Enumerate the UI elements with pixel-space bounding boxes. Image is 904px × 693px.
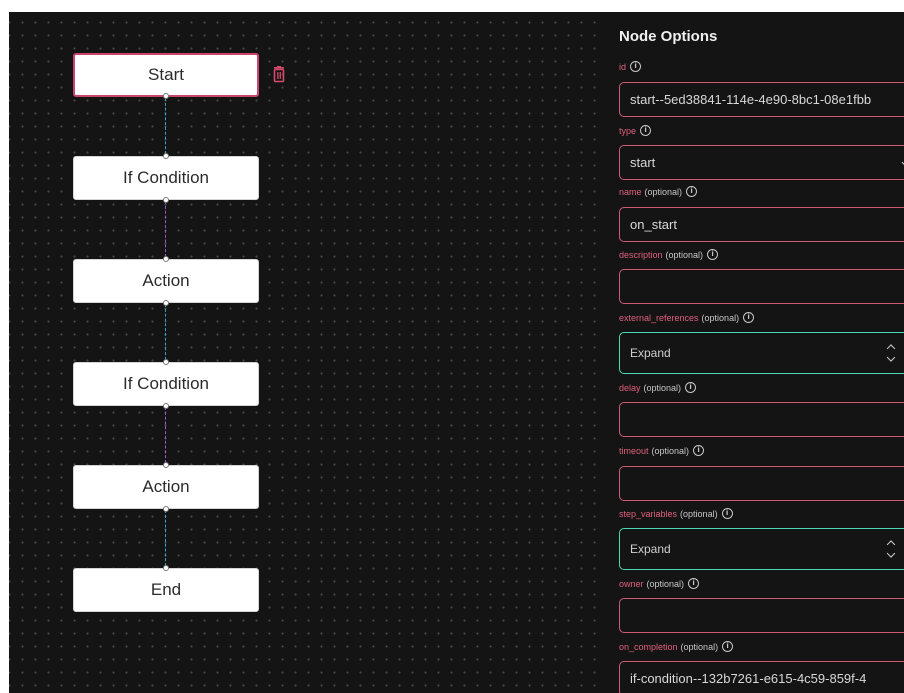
node-handle-bottom[interactable] (163, 300, 169, 306)
info-icon[interactable]: i (743, 312, 755, 323)
info-icon[interactable]: i (722, 641, 734, 652)
expand-label: Expand (630, 542, 671, 556)
timeout-field[interactable] (619, 466, 904, 501)
field-label-owner: owner (optional) i (619, 578, 700, 589)
delay-field[interactable] (619, 402, 904, 437)
node-label: Action (142, 477, 190, 496)
optional-label: (optional) (680, 641, 719, 652)
owner-field[interactable] (619, 598, 904, 633)
node-handle-top[interactable] (163, 153, 169, 159)
field-label-on-completion: on_completion (optional) i (619, 641, 734, 652)
info-icon[interactable]: i (630, 61, 642, 72)
optional-label: (optional) (646, 578, 685, 589)
node-label: If Condition (123, 374, 209, 393)
name-field[interactable]: on_start (619, 207, 904, 242)
edge-action-to-end (165, 510, 166, 566)
node-label: Start (148, 65, 184, 84)
node-handle-bottom[interactable] (163, 506, 169, 512)
node-end[interactable]: End (73, 565, 259, 612)
optional-label: (optional) (643, 382, 682, 393)
type-value: start (630, 155, 656, 170)
node-handle-top[interactable] (163, 462, 169, 468)
node-handle-bottom[interactable] (163, 403, 169, 409)
field-label-delay: delay (optional) i (619, 382, 697, 393)
expand-toggle-icon (886, 540, 896, 558)
id-value: start--5ed38841-114e-4e90-8bc1-08e1fbb (630, 92, 872, 107)
name-value: on_start (630, 217, 677, 232)
edge-condition-to-action (165, 201, 166, 257)
node-handle-bottom[interactable] (163, 197, 169, 203)
field-label-step-variables: step_variables (optional) i (619, 508, 733, 519)
node-label: End (150, 580, 182, 599)
optional-label: (optional) (651, 445, 690, 456)
node-handle-bottom[interactable] (163, 93, 169, 99)
id-field[interactable]: start--5ed38841-114e-4e90-8bc1-08e1fbb (619, 82, 904, 117)
node-handle-top[interactable] (163, 565, 169, 571)
info-icon[interactable]: i (640, 125, 652, 136)
field-label-text: timeout (619, 445, 649, 456)
node-handle-top[interactable] (163, 256, 169, 262)
external-references-expand[interactable]: Expand (619, 332, 904, 374)
field-label-text: id (619, 61, 627, 72)
edge-action-to-condition (165, 304, 166, 360)
optional-label: (optional) (665, 249, 704, 260)
node-options-panel: Node Options id i start--5ed38841-114e-4… (605, 12, 904, 693)
info-icon[interactable]: i (693, 445, 705, 456)
workflow-editor: Start If Condition Action If Condition A… (9, 12, 904, 693)
field-label-text: on_completion (619, 641, 678, 652)
field-label-description: description (optional) i (619, 249, 719, 260)
info-icon[interactable]: i (707, 249, 719, 260)
info-icon[interactable]: i (686, 186, 698, 197)
trash-icon[interactable] (271, 66, 287, 84)
type-select[interactable]: start (619, 145, 904, 180)
field-label-id: id i (619, 61, 642, 72)
field-label-timeout: timeout (optional) i (619, 445, 705, 456)
field-label-text: step_variables (619, 508, 678, 519)
node-action[interactable]: Action (73, 256, 259, 306)
field-label-text: external_references (619, 312, 699, 323)
info-icon[interactable]: i (685, 382, 697, 393)
on-completion-value: if-condition--132b7261-e615-4c59-859f-4 (630, 671, 867, 686)
node-handle-top[interactable] (163, 359, 169, 365)
field-label-text: type (619, 125, 637, 136)
info-icon[interactable]: i (688, 578, 700, 589)
info-icon[interactable]: i (721, 508, 733, 519)
edge-condition-to-action-2 (165, 407, 166, 463)
node-start[interactable]: Start (73, 53, 259, 99)
node-action-2[interactable]: Action (73, 462, 259, 512)
expand-label: Expand (630, 346, 671, 360)
panel-title: Node Options (619, 28, 718, 45)
optional-label: (optional) (680, 508, 718, 519)
node-if-condition-2[interactable]: If Condition (73, 359, 259, 409)
node-label: If Condition (123, 168, 209, 187)
field-label-text: delay (619, 382, 641, 393)
step-variables-expand[interactable]: Expand (619, 528, 904, 570)
edge-start-to-condition (165, 98, 166, 154)
node-label: Action (142, 271, 190, 290)
node-if-condition[interactable]: If Condition (73, 153, 259, 203)
field-label-text: description (619, 249, 663, 260)
field-label-name: name (optional) i (619, 186, 698, 197)
field-label-text: name (619, 186, 642, 197)
field-label-text: owner (619, 578, 644, 589)
field-label-type: type i (619, 125, 652, 136)
optional-label: (optional) (644, 186, 683, 197)
workflow-canvas[interactable]: Start If Condition Action If Condition A… (9, 12, 605, 693)
expand-toggle-icon (886, 344, 896, 362)
optional-label: (optional) (701, 312, 740, 323)
on-completion-field[interactable]: if-condition--132b7261-e615-4c59-859f-4 (619, 661, 904, 693)
field-label-external-references: external_references (optional) i (619, 312, 755, 323)
description-field[interactable] (619, 269, 904, 304)
